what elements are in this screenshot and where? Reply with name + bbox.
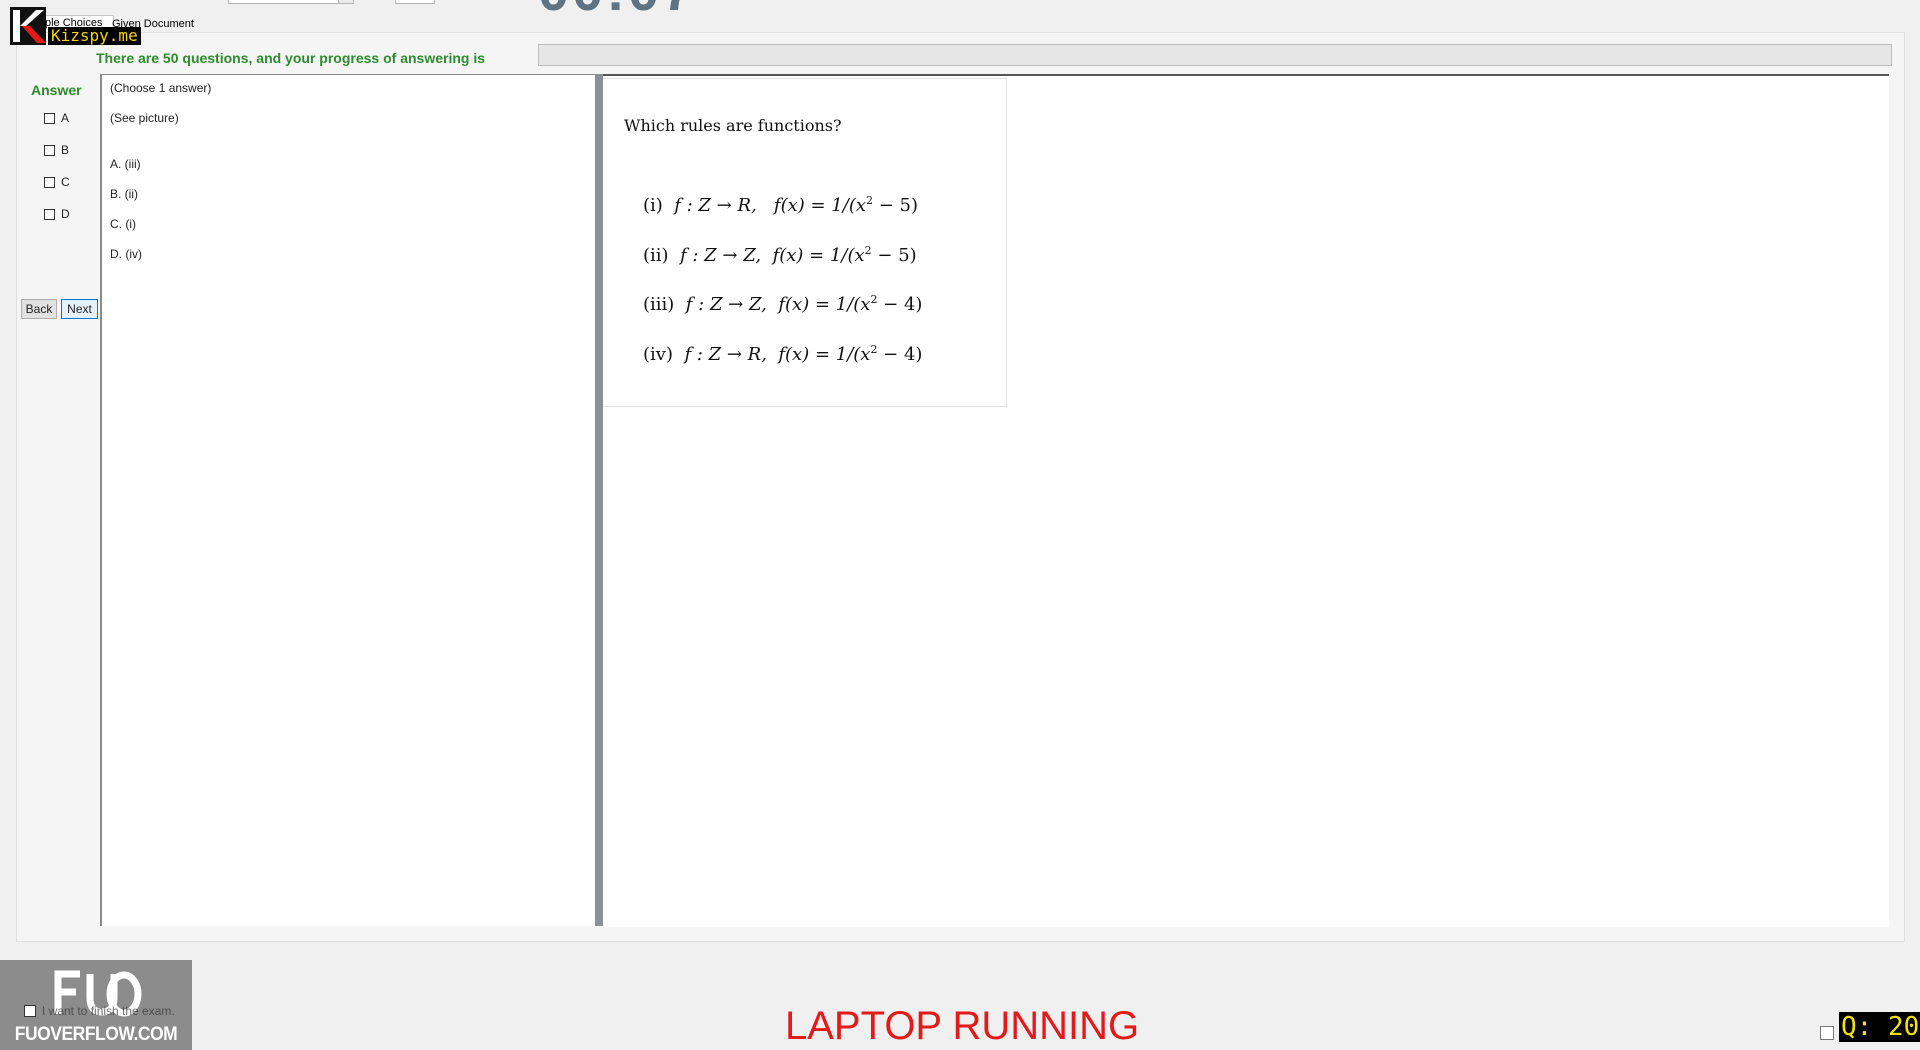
answer-title: Answer — [31, 82, 82, 98]
see-picture-note: (See picture) — [110, 111, 179, 125]
instruction-text: (Choose 1 answer) — [110, 81, 212, 95]
progress-bar — [538, 44, 1892, 66]
choice-c: C. (i) — [110, 217, 136, 231]
answer-option-label: D — [61, 207, 70, 221]
checkbox-b[interactable] — [44, 144, 55, 156]
answer-option-label: B — [61, 143, 70, 157]
checkbox-c[interactable] — [44, 176, 55, 188]
back-button[interactable]: Back — [21, 299, 57, 319]
top-combo-box[interactable] — [228, 0, 354, 4]
answer-option-label: A — [61, 111, 70, 125]
finish-exam-row[interactable]: I want to finish the exam. — [24, 1004, 175, 1018]
status-text: LAPTOP RUNNING — [785, 1004, 1140, 1048]
rule-iii: (iii) f : Z → Z, f(x) = 1/(x2 − 4) — [643, 293, 923, 315]
checkbox-d[interactable] — [44, 208, 55, 220]
kizspy-logo-text: Kizspy.me — [48, 27, 141, 45]
rule-iv: (iv) f : Z → R, f(x) = 1/(x2 − 4) — [643, 343, 923, 365]
answer-option-b[interactable]: B — [44, 143, 69, 157]
choice-b: B. (ii) — [110, 187, 138, 201]
top-small-box[interactable] — [395, 0, 435, 4]
rule-i: (i) f : Z → R, f(x) = 1/(x2 − 5) — [643, 194, 918, 216]
next-button[interactable]: Next — [61, 299, 98, 319]
question-text-pane: (Choose 1 answer) (See picture) A. (iii)… — [100, 74, 597, 926]
watermark-text: FUOVERFLOW.COM — [14, 1024, 178, 1045]
finish-exam-label: I want to finish the exam. — [42, 1004, 175, 1018]
question-image: Which rules are functions? (i) f : Z → R… — [603, 78, 1007, 407]
kizspy-logo: Kizspy.me — [10, 7, 142, 47]
corner-checkbox[interactable] — [1820, 1026, 1834, 1040]
answer-option-label: C — [61, 175, 70, 189]
k-logo-icon — [10, 7, 46, 45]
checkbox-a[interactable] — [44, 112, 55, 124]
pane-splitter[interactable] — [595, 74, 603, 926]
answer-option-c[interactable]: C — [44, 175, 70, 189]
answer-option-a[interactable]: A — [44, 111, 69, 125]
question-title: Which rules are functions? — [624, 116, 842, 135]
question-counter: Q: 20 — [1839, 1012, 1920, 1042]
choice-d: D. (iv) — [110, 247, 142, 261]
progress-label: There are 50 questions, and your progres… — [96, 50, 485, 66]
choice-a: A. (iii) — [110, 157, 141, 171]
finish-exam-checkbox[interactable] — [24, 1005, 36, 1017]
exam-timer: 00:07 — [538, 0, 696, 23]
answer-option-d[interactable]: D — [44, 207, 70, 221]
rule-ii: (ii) f : Z → Z, f(x) = 1/(x2 − 5) — [643, 244, 917, 266]
